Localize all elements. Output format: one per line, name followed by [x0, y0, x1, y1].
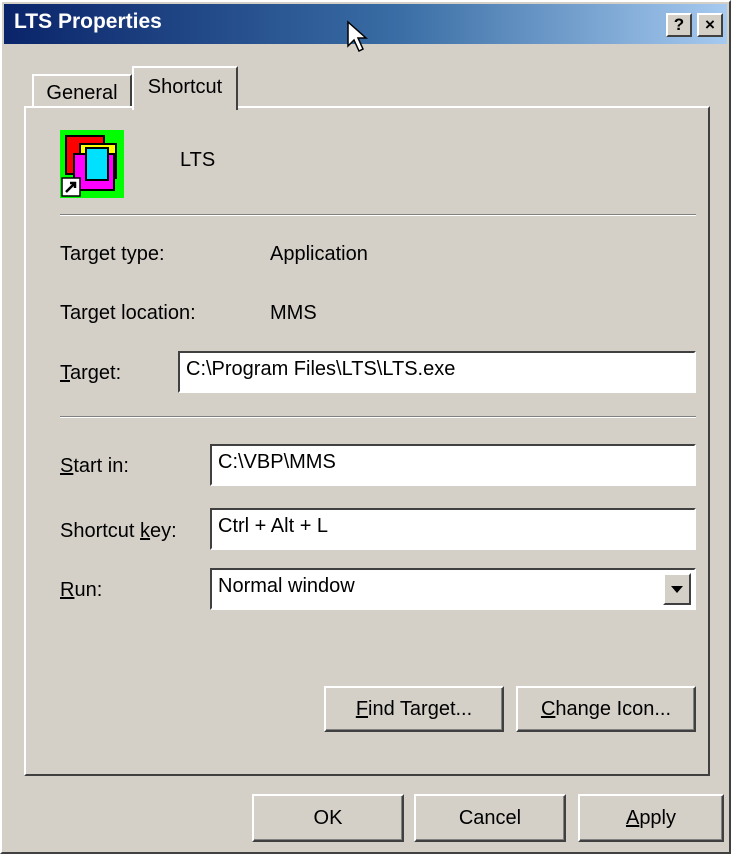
shortcut-name: LTS — [180, 149, 216, 171]
close-button[interactable]: × — [697, 13, 723, 37]
target-location-label: Target location: — [60, 302, 196, 324]
find-target-button[interactable]: Find Target... — [324, 686, 504, 732]
run-select[interactable]: Normal window — [210, 568, 696, 610]
run-value: Normal window — [218, 575, 355, 597]
window-title: LTS Properties — [14, 10, 162, 33]
cancel-button[interactable]: Cancel — [414, 794, 566, 842]
help-button[interactable]: ? — [666, 13, 692, 37]
separator — [60, 214, 696, 216]
dropdown-button[interactable] — [663, 573, 691, 605]
shortcut-key-field[interactable]: Ctrl + Alt + L — [210, 508, 696, 550]
properties-dialog: LTS Properties ? × General Shortcut LTS … — [0, 0, 731, 854]
target-label: Target: — [60, 362, 122, 384]
change-icon-button[interactable]: Change Icon... — [516, 686, 696, 732]
target-type-label: Target type: — [60, 243, 165, 265]
separator — [60, 416, 696, 418]
tab-joint — [134, 106, 236, 110]
target-location-value: MMS — [270, 302, 317, 324]
target-field[interactable]: C:\Program Files\LTS\LTS.exe — [178, 351, 696, 393]
target-type-value: Application — [270, 243, 368, 265]
shortcut-key-label: Shortcut key: — [60, 520, 177, 542]
tab-shortcut-label: Shortcut — [147, 76, 223, 98]
close-icon: × — [705, 15, 715, 34]
start-in-label: Start in: — [60, 455, 129, 477]
ok-button[interactable]: OK — [252, 794, 404, 842]
run-label: Run: — [60, 579, 103, 601]
application-icon — [60, 130, 124, 198]
title-bar[interactable]: LTS Properties ? × — [4, 4, 727, 53]
start-in-value: C:\VBP\MMS — [218, 451, 336, 473]
tab-shortcut[interactable]: Shortcut — [132, 66, 238, 110]
chevron-down-icon — [671, 586, 683, 593]
shortcut-key-value: Ctrl + Alt + L — [218, 515, 329, 537]
mouse-cursor-icon — [347, 20, 368, 53]
tab-general-label: General — [46, 82, 118, 104]
help-icon: ? — [673, 15, 685, 34]
start-in-field[interactable]: C:\VBP\MMS — [210, 444, 696, 486]
tab-general[interactable]: General — [32, 74, 132, 108]
shortcut-panel — [24, 106, 710, 776]
apply-button[interactable]: Apply — [578, 794, 724, 842]
target-value: C:\Program Files\LTS\LTS.exe — [186, 358, 456, 380]
